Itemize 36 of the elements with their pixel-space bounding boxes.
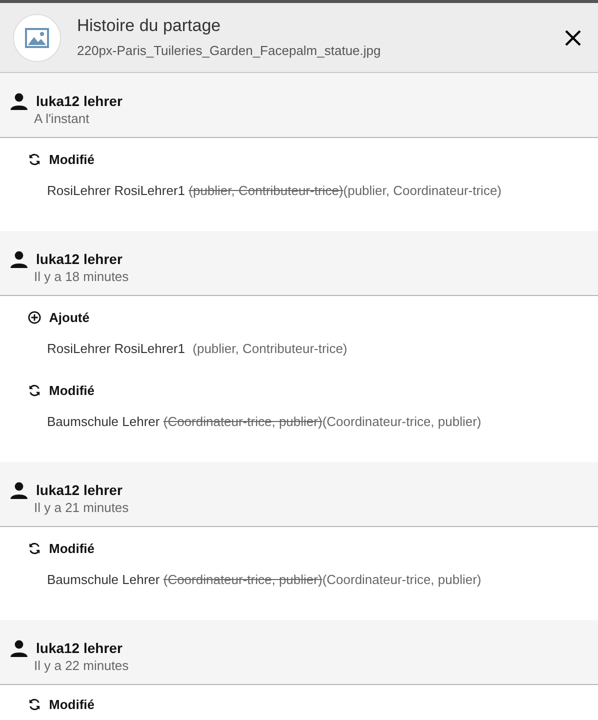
previous-roles: (Coordinateur-trice, publier) — [163, 572, 322, 586]
timestamp: Il y a 22 minutes — [34, 657, 130, 675]
refresh-icon — [28, 542, 41, 556]
change-type: Modifié — [49, 696, 94, 714]
timestamp: Il y a 18 minutes — [34, 268, 130, 286]
user-name: luka12 lehrer — [36, 93, 122, 110]
member-name: RosiLehrer RosiLehrer1 — [47, 182, 186, 198]
member-name: Baumschule Lehrer — [47, 572, 160, 586]
member-name: Baumschule Lehrer — [47, 414, 160, 428]
refresh-icon — [28, 384, 41, 398]
change-type: Modifié — [49, 151, 94, 169]
timestamp: Il y a 21 minutes — [34, 499, 130, 517]
person-icon — [10, 251, 28, 268]
user-name: luka12 lehrer — [36, 640, 122, 657]
file-name: 220px-Paris_Tuileries_Garden_Facepalm_statue.jpg — [77, 42, 382, 60]
person-icon — [10, 93, 28, 110]
refresh-icon — [28, 698, 41, 712]
previous-roles: (publier, Contributeur-trice) — [188, 182, 344, 198]
current-roles: (publier, Coordinateur-trice) — [343, 182, 502, 198]
current-roles: (Coordinateur-trice, publier) — [322, 572, 482, 586]
user-name: luka12 lehrer — [36, 482, 122, 499]
change-type: Modifié — [49, 540, 94, 558]
change-type: Modifié — [49, 382, 94, 400]
image-icon — [25, 28, 49, 48]
timestamp: A l'instant — [34, 110, 90, 128]
person-icon — [10, 482, 28, 499]
member-name: RosiLehrer RosiLehrer1 — [47, 340, 186, 356]
plus-circle-icon — [28, 311, 41, 324]
person-icon — [10, 640, 28, 657]
dialog-title: Histoire du partage — [77, 14, 222, 37]
current-roles: (Coordinateur-trice, publier) — [322, 414, 482, 428]
refresh-icon — [28, 153, 41, 166]
previous-roles: (Coordinateur-trice, publier) — [163, 414, 322, 428]
change-type: Ajouté — [49, 309, 90, 327]
user-name: luka12 lehrer — [36, 251, 122, 268]
current-roles: (publier, Contributeur-trice) — [192, 340, 348, 356]
